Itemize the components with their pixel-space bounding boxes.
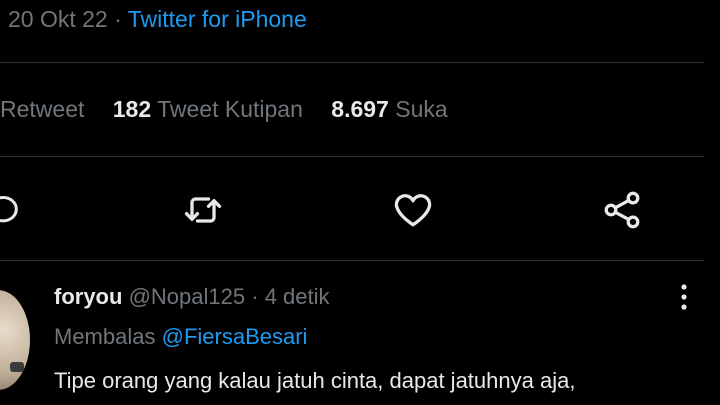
replying-to-handle[interactable]: @FiersaBesari — [162, 324, 308, 349]
reply-text: Tipe orang yang kalau jatuh cinta, dapat… — [54, 368, 576, 393]
reply-tweet[interactable]: foryou @Nopal125 · 4 detik Membalas @Fie… — [0, 278, 720, 405]
replying-prefix: Membalas — [54, 324, 156, 349]
divider-bottom — [0, 260, 704, 261]
reply-author-handle[interactable]: @Nopal125 — [129, 284, 246, 309]
reply-author-name[interactable]: foryou — [54, 284, 122, 309]
quote-label: Tweet Kutipan — [157, 96, 303, 122]
reply-time: 4 detik — [264, 284, 330, 309]
like-stat[interactable]: 8.697 Suka — [331, 96, 447, 122]
reply-icon — [0, 195, 18, 223]
avatar[interactable] — [0, 290, 30, 390]
reply-separator: · — [251, 284, 259, 309]
more-options-button[interactable] — [672, 280, 696, 314]
tweet-meta: 20 Okt 22 · Twitter for iPhone — [8, 6, 307, 36]
tweet-date: 20 Okt 22 — [8, 6, 108, 32]
more-vertical-icon — [681, 284, 687, 310]
tweet-client-link[interactable]: Twitter for iPhone — [128, 6, 307, 32]
reply-button[interactable] — [0, 185, 28, 235]
avatar-detail — [10, 362, 24, 372]
heart-icon — [394, 194, 432, 227]
reply-header: foryou @Nopal125 · 4 detik — [54, 284, 330, 310]
meta-separator: · — [114, 6, 122, 32]
retweet-stat[interactable]: Retweet — [0, 96, 91, 122]
quote-count: 182 — [112, 96, 152, 122]
like-button[interactable] — [388, 185, 438, 235]
replying-to: Membalas @FiersaBesari — [54, 324, 307, 350]
retweet-label: Retweet — [0, 96, 85, 122]
divider-top — [0, 62, 704, 63]
retweet-icon — [184, 197, 222, 223]
share-icon — [604, 191, 640, 229]
share-button[interactable] — [597, 185, 647, 235]
retweet-button[interactable] — [178, 185, 228, 235]
quote-stat[interactable]: 182 Tweet Kutipan — [113, 96, 310, 122]
divider-middle — [0, 156, 704, 157]
tweet-action-bar — [0, 185, 720, 235]
tweet-stats: Retweet 182 Tweet Kutipan 8.697 Suka — [0, 96, 470, 123]
like-count: 8.697 — [331, 96, 389, 122]
like-label: Suka — [395, 96, 448, 122]
